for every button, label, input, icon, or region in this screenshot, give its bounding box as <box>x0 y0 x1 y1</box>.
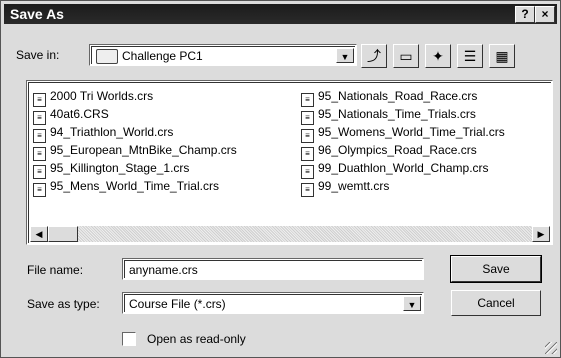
scroll-left-icon[interactable]: ◀ <box>30 226 48 242</box>
scroll-thumb[interactable] <box>48 226 78 242</box>
save-in-label: Save in: <box>16 48 60 62</box>
file-item[interactable]: ≡ 95_Nationals_Time_Trials.crs <box>301 105 505 125</box>
file-item[interactable]: ≡ 95_European_MtnBike_Champ.crs <box>33 141 237 161</box>
list-view-icon[interactable]: ☰ <box>457 44 483 68</box>
file-item[interactable]: ≡ 95_Womens_World_Time_Trial.crs <box>301 123 505 143</box>
file-item[interactable]: ≡ 95_Mens_World_Time_Trial.crs <box>33 177 237 197</box>
save-as-type-label: Save as type: <box>27 297 100 311</box>
chevron-down-icon[interactable]: ▼ <box>336 48 354 63</box>
close-button[interactable]: × <box>535 6 555 23</box>
up-folder-icon[interactable]: ⤴ <box>361 44 387 68</box>
file-name-label: File name: <box>27 263 84 277</box>
file-item[interactable]: ≡ 40at6.CRS <box>33 105 237 125</box>
file-item[interactable]: ≡ 99_Duathlon_World_Champ.crs <box>301 159 505 179</box>
file-column-1: ≡ 2000 Tri Worlds.crs ≡ 40at6.CRS ≡ 94_Tria… <box>33 87 237 197</box>
save-as-type-value: Course File (*.crs) <box>129 297 226 311</box>
horizontal-scrollbar[interactable]: ◀ ▶ <box>30 226 550 242</box>
cancel-button[interactable]: Cancel <box>451 290 541 316</box>
title-bar: Save As ? × <box>4 4 557 24</box>
save-button[interactable]: Save <box>451 256 541 282</box>
file-item[interactable]: ≡ 95_Killington_Stage_1.crs <box>33 159 237 179</box>
file-name-value: anyname.crs <box>129 263 198 277</box>
file-item[interactable]: ≡ 2000 Tri Worlds.crs <box>33 87 237 107</box>
file-icon: ≡ <box>301 183 314 197</box>
read-only-checkbox[interactable] <box>122 332 136 346</box>
save-as-dialog: Save As ? × Save in: Challenge PC1 ▼ ⤴ ▭… <box>0 0 561 358</box>
save-in-dropdown[interactable]: Challenge PC1 ▼ <box>89 44 357 66</box>
help-button[interactable]: ? <box>515 6 535 23</box>
read-only-label: Open as read-only <box>147 332 246 346</box>
details-view-icon[interactable]: ▦ <box>489 44 515 68</box>
file-item[interactable]: ≡ 96_Olympics_Road_Race.crs <box>301 141 505 161</box>
new-folder-icon[interactable]: ✦ <box>425 44 451 68</box>
desktop-icon[interactable]: ▭ <box>393 44 419 68</box>
file-list[interactable]: ≡ 2000 Tri Worlds.crs ≡ 40at6.CRS ≡ 94_Tria… <box>26 80 553 245</box>
dialog-title: Save As <box>10 6 64 22</box>
file-icon: ≡ <box>33 183 46 197</box>
scroll-right-icon[interactable]: ▶ <box>532 226 550 242</box>
save-in-value: Challenge PC1 <box>122 49 203 63</box>
folder-icon <box>96 49 118 64</box>
file-column-2: ≡ 95_Nationals_Road_Race.crs ≡ 95_National… <box>301 87 505 197</box>
save-as-type-dropdown[interactable]: Course File (*.crs) ▼ <box>122 292 424 314</box>
file-name-input[interactable]: anyname.crs <box>122 258 424 280</box>
resize-grip-icon[interactable] <box>545 342 557 354</box>
chevron-down-icon[interactable]: ▼ <box>403 296 421 311</box>
file-item[interactable]: ≡ 94_Triathlon_World.crs <box>33 123 237 143</box>
file-item[interactable]: ≡ 95_Nationals_Road_Race.crs <box>301 87 505 107</box>
file-item[interactable]: ≡ 99_wemtt.crs <box>301 177 505 197</box>
